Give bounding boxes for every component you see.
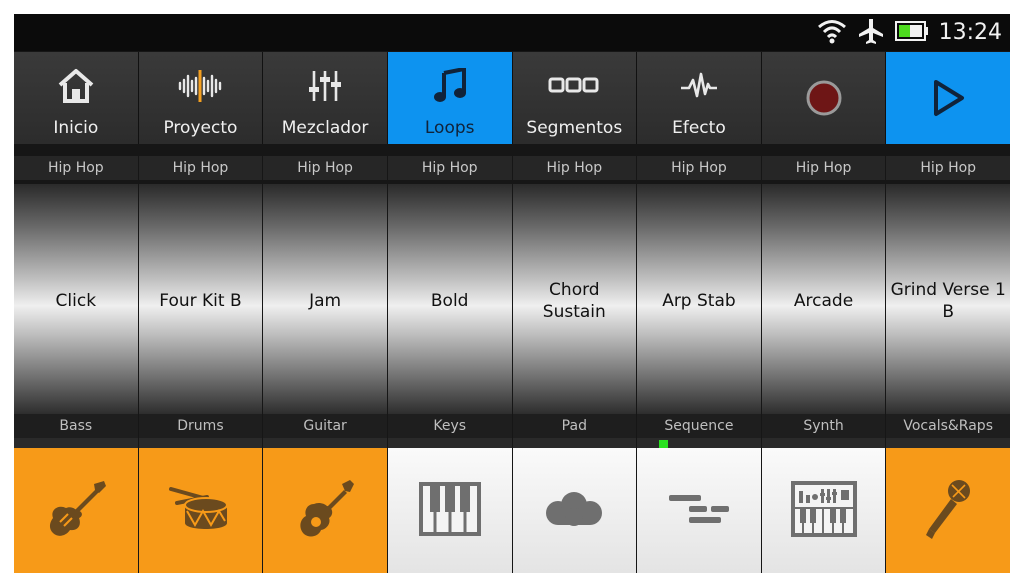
tab-mezclador[interactable]: Mezclador [263,52,387,144]
level-meter [263,438,387,448]
play-button[interactable] [886,52,1010,144]
loop-column: Hip Hop Four Kit B [138,156,263,418]
tab-efecto[interactable]: Efecto [637,52,761,144]
status-bar: 13:24 [14,14,1010,51]
clock: 13:24 [938,20,1002,45]
level-meter [637,438,761,448]
level-meter [387,438,512,448]
loop-category: Hip Hop [512,156,637,180]
loop-pad-jam[interactable]: Jam [263,184,387,418]
instrument-keys: Keys [387,414,512,573]
tab-segmentos[interactable]: Segmentos [512,52,637,144]
loop-grid: Hip Hop Click Hip Hop Four Kit B Hip Hop… [14,156,1010,418]
instrument-sequence: Sequence [637,414,761,573]
home-icon [56,68,96,104]
loop-pad-arp-stab[interactable]: Arp Stab [637,184,761,418]
battery-icon [894,20,929,45]
instrument-bass: Bass [14,414,138,573]
tab-label: Segmentos [526,118,623,138]
instrument-tile-guitar[interactable] [263,448,387,573]
instrument-synth: Synth [761,414,886,573]
instrument-label: Bass [14,414,138,438]
instrument-label: Synth [761,414,886,438]
instrument-label: Guitar [263,414,387,438]
app-frame: 13:24 Inicio Proyecto Mezclador Loops Se… [14,14,1010,573]
loop-column: Hip Hop Click [14,156,138,418]
electric-guitar-icon [44,478,108,544]
loop-category: Hip Hop [387,156,512,180]
level-meter [14,438,138,448]
tab-label: Loops [424,118,475,138]
loop-category: Hip Hop [14,156,138,180]
piano-keys-icon [418,481,481,540]
level-meter [761,438,886,448]
loop-category: Hip Hop [637,156,761,180]
loop-pad-grind-verse-1-b[interactable]: Grind Verse 1 B [886,184,1010,418]
drum-icon [167,481,233,541]
loop-category: Hip Hop [886,156,1010,180]
airplane-icon [857,17,885,49]
segments-icon [548,68,600,104]
tab-proyecto[interactable]: Proyecto [138,52,263,144]
instrument-label: Drums [138,414,263,438]
mixer-sliders-icon [308,68,342,104]
instrument-label: Vocals&Raps [886,414,1010,438]
synth-icon [790,480,857,541]
instrument-label: Sequence [637,414,761,438]
microphone-icon [923,477,973,545]
tab-label: Inicio [53,118,99,138]
tab-inicio[interactable]: Inicio [14,52,138,144]
tab-label: Efecto [672,118,726,138]
acoustic-guitar-icon [294,478,356,544]
instrument-vocals: Vocals&Raps [886,414,1010,573]
loop-column: Hip Hop Bold [387,156,512,418]
instrument-row: Bass Drums Guitar Keys Pad Sequence Synt… [14,414,1010,573]
instrument-label: Keys [387,414,512,438]
loop-category: Hip Hop [263,156,387,180]
instrument-tile-keys[interactable] [387,448,512,573]
loop-pad-chord-sustain[interactable]: Chord Sustain [512,184,637,418]
instrument-tile-drums[interactable] [138,448,263,573]
loop-pad-arcade[interactable]: Arcade [761,184,886,418]
loop-pad-bold[interactable]: Bold [387,184,512,418]
loop-pad-four-kit-b[interactable]: Four Kit B [138,184,263,418]
instrument-guitar: Guitar [263,414,387,573]
instrument-pad: Pad [512,414,637,573]
record-icon [805,80,843,116]
record-button[interactable] [761,52,886,144]
playing-indicator [659,440,669,448]
instrument-tile-synth[interactable] [761,448,886,573]
loop-column: Hip Hop Chord Sustain [512,156,637,418]
level-meter [512,438,637,448]
tab-label: Proyecto [163,118,238,138]
instrument-tile-pad[interactable] [512,448,637,573]
main-toolbar: Inicio Proyecto Mezclador Loops Segmento… [14,52,1010,144]
cloud-icon [542,489,606,533]
instrument-tile-sequence[interactable] [637,448,761,573]
status-icons: 13:24 [817,14,1002,51]
pulse-icon [679,68,719,104]
play-icon [930,80,966,116]
loop-column: Hip Hop Jam [263,156,387,418]
loop-column: Hip Hop Arcade [761,156,886,418]
loop-column: Hip Hop Grind Verse 1 B [886,156,1010,418]
loop-category: Hip Hop [761,156,886,180]
tab-loops[interactable]: Loops [387,52,512,144]
loop-category: Hip Hop [138,156,263,180]
loop-column: Hip Hop Arp Stab [637,156,761,418]
tab-label: Mezclador [281,118,369,138]
level-meter [138,438,263,448]
instrument-label: Pad [512,414,637,438]
loop-pad-click[interactable]: Click [14,184,138,418]
instrument-drums: Drums [138,414,263,573]
waveform-icon [177,68,223,104]
music-note-icon [432,68,468,104]
level-meter [886,438,1010,448]
instrument-tile-vocals[interactable] [886,448,1010,573]
wifi-icon [817,18,847,48]
instrument-tile-bass[interactable] [14,448,138,573]
sequence-bars-icon [667,491,731,531]
